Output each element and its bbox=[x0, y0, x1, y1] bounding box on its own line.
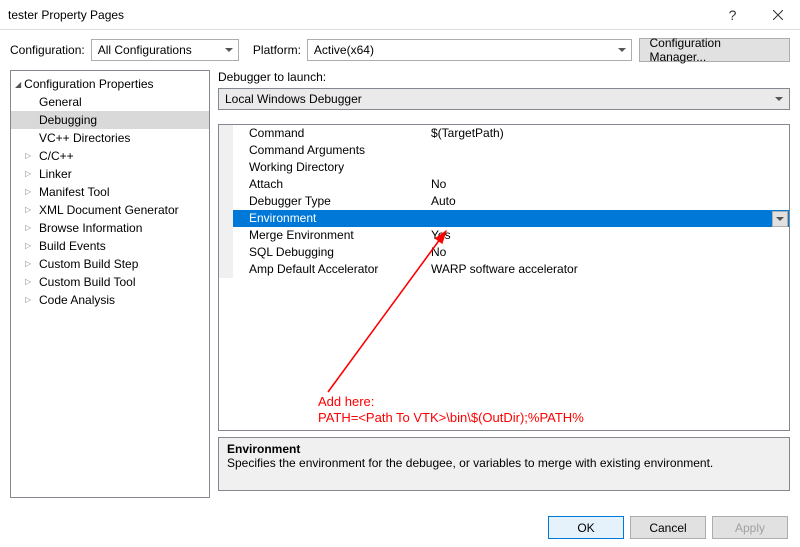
configuration-label: Configuration: bbox=[10, 43, 85, 57]
platform-select[interactable]: Active(x64) bbox=[307, 39, 633, 61]
titlebar: tester Property Pages ? bbox=[0, 0, 800, 30]
debugger-launch-value: Local Windows Debugger bbox=[225, 92, 362, 106]
tree-item-build-events[interactable]: Build Events bbox=[11, 237, 209, 255]
right-pane: Debugger to launch: Local Windows Debugg… bbox=[218, 70, 790, 498]
help-button[interactable]: ? bbox=[710, 0, 755, 30]
tree-root[interactable]: Configuration Properties bbox=[11, 75, 209, 93]
prop-key: Debugger Type bbox=[219, 193, 429, 210]
prop-row-merge-environment[interactable]: Merge EnvironmentYes bbox=[219, 227, 789, 244]
cancel-button[interactable]: Cancel bbox=[630, 516, 706, 539]
configuration-manager-label: Configuration Manager... bbox=[650, 36, 780, 64]
tree-item-debugging[interactable]: Debugging bbox=[11, 111, 209, 129]
tree-item-code-analysis[interactable]: Code Analysis bbox=[11, 291, 209, 309]
platform-label: Platform: bbox=[253, 43, 301, 57]
close-icon bbox=[773, 10, 783, 20]
prop-value[interactable]: Yes bbox=[429, 227, 789, 244]
prop-key: Environment bbox=[219, 210, 429, 227]
configuration-value: All Configurations bbox=[98, 43, 192, 57]
prop-key: Amp Default Accelerator bbox=[219, 261, 429, 278]
tree-view[interactable]: Configuration Properties GeneralDebuggin… bbox=[10, 70, 210, 498]
prop-value[interactable] bbox=[429, 142, 789, 159]
debugger-launch-label: Debugger to launch: bbox=[218, 70, 790, 84]
prop-row-environment[interactable]: Environment bbox=[219, 210, 789, 227]
description-text: Specifies the environment for the debuge… bbox=[227, 456, 781, 470]
cancel-label: Cancel bbox=[649, 521, 686, 535]
prop-value[interactable]: Auto bbox=[429, 193, 789, 210]
prop-row-amp-default-accelerator[interactable]: Amp Default AcceleratorWARP software acc… bbox=[219, 261, 789, 278]
close-button[interactable] bbox=[755, 0, 800, 30]
configuration-select[interactable]: All Configurations bbox=[91, 39, 239, 61]
prop-row-command[interactable]: Command$(TargetPath) bbox=[219, 125, 789, 142]
dialog-buttons: OK Cancel Apply bbox=[548, 516, 788, 539]
tree-item-browse-information[interactable]: Browse Information bbox=[11, 219, 209, 237]
description-title: Environment bbox=[227, 442, 781, 456]
config-row: Configuration: All Configurations Platfo… bbox=[0, 30, 800, 70]
prop-row-working-directory[interactable]: Working Directory bbox=[219, 159, 789, 176]
tree-item-custom-build-step[interactable]: Custom Build Step bbox=[11, 255, 209, 273]
apply-label: Apply bbox=[735, 521, 765, 535]
prop-row-attach[interactable]: AttachNo bbox=[219, 176, 789, 193]
prop-value[interactable] bbox=[429, 159, 789, 176]
prop-value[interactable]: $(TargetPath) bbox=[429, 125, 789, 142]
window-title: tester Property Pages bbox=[8, 8, 710, 22]
tree-item-c-c-[interactable]: C/C++ bbox=[11, 147, 209, 165]
prop-key: Command bbox=[219, 125, 429, 142]
prop-key: Merge Environment bbox=[219, 227, 429, 244]
tree-item-custom-build-tool[interactable]: Custom Build Tool bbox=[11, 273, 209, 291]
prop-row-command-arguments[interactable]: Command Arguments bbox=[219, 142, 789, 159]
tree-item-vc-directories[interactable]: VC++ Directories bbox=[11, 129, 209, 147]
configuration-manager-button[interactable]: Configuration Manager... bbox=[639, 38, 791, 62]
environment-dropdown-button[interactable] bbox=[772, 211, 788, 227]
ok-label: OK bbox=[577, 521, 594, 535]
prop-value[interactable] bbox=[429, 210, 789, 227]
ok-button[interactable]: OK bbox=[548, 516, 624, 539]
tree-item-general[interactable]: General bbox=[11, 93, 209, 111]
prop-value[interactable]: WARP software accelerator bbox=[429, 261, 789, 278]
debugger-launch-select[interactable]: Local Windows Debugger bbox=[218, 88, 790, 110]
prop-row-sql-debugging[interactable]: SQL DebuggingNo bbox=[219, 244, 789, 261]
prop-key: Command Arguments bbox=[219, 142, 429, 159]
apply-button[interactable]: Apply bbox=[712, 516, 788, 539]
property-grid[interactable]: Command$(TargetPath)Command ArgumentsWor… bbox=[218, 124, 790, 431]
tree-item-linker[interactable]: Linker bbox=[11, 165, 209, 183]
prop-key: Working Directory bbox=[219, 159, 429, 176]
platform-value: Active(x64) bbox=[314, 43, 374, 57]
prop-row-debugger-type[interactable]: Debugger TypeAuto bbox=[219, 193, 789, 210]
prop-value[interactable]: No bbox=[429, 176, 789, 193]
description-panel: Environment Specifies the environment fo… bbox=[218, 437, 790, 491]
prop-key: SQL Debugging bbox=[219, 244, 429, 261]
prop-value[interactable]: No bbox=[429, 244, 789, 261]
prop-key: Attach bbox=[219, 176, 429, 193]
tree-item-manifest-tool[interactable]: Manifest Tool bbox=[11, 183, 209, 201]
tree-item-xml-document-generator[interactable]: XML Document Generator bbox=[11, 201, 209, 219]
